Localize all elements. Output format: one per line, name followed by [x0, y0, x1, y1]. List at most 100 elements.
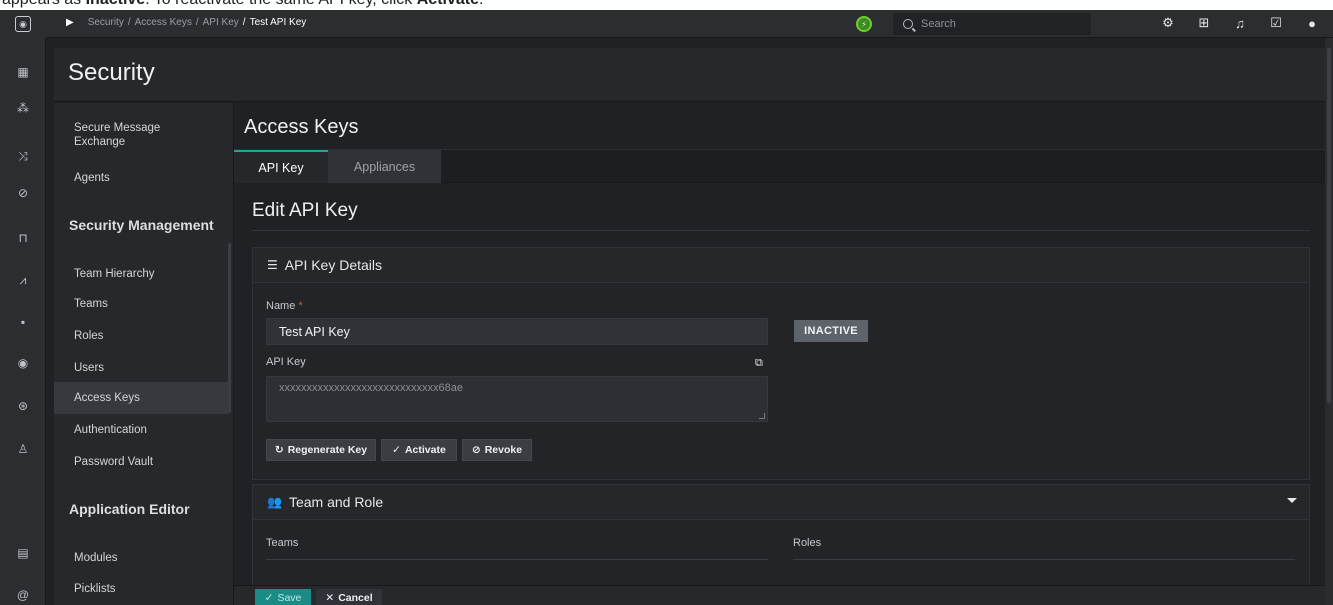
- apps-grid-icon[interactable]: ▪: [0, 312, 46, 332]
- sidebar-heading-application-editor: Application Editor: [69, 501, 190, 517]
- edit-title: Edit API Key: [252, 200, 358, 221]
- sidebar-item-password-vault[interactable]: Password Vault: [74, 455, 153, 469]
- breadcrumb-access-keys[interactable]: Access Keys: [135, 17, 192, 28]
- user-profile-icon[interactable]: ●: [1305, 15, 1319, 31]
- name-label-text: Name: [266, 300, 296, 312]
- teams-label: Teams: [266, 537, 299, 549]
- page-title: Security: [68, 59, 155, 86]
- caption-text-mid: . To reactivate the same API key, click: [145, 0, 417, 8]
- server-list-icon: ☰: [267, 258, 278, 272]
- caption-bold-activate: Activate: [417, 0, 479, 8]
- activate-button[interactable]: ✓ Activate: [381, 439, 457, 461]
- section-title: Access Keys: [244, 116, 359, 138]
- close-icon: ✕: [325, 592, 335, 604]
- revoke-button[interactable]: ⊘ Revoke: [462, 439, 532, 461]
- caption-text-end: .: [479, 0, 483, 8]
- cancel-label: Cancel: [338, 592, 373, 604]
- roles-field[interactable]: [793, 559, 1295, 560]
- api-key-field[interactable]: xxxxxxxxxxxxxxxxxxxxxxxxxxxxx68ae: [266, 376, 768, 422]
- sidebar-item-teams[interactable]: Teams: [74, 297, 108, 311]
- breadcrumb-security[interactable]: Security: [88, 17, 124, 28]
- regenerate-key-button[interactable]: ↻ Regenerate Key: [266, 439, 376, 461]
- refresh-icon: ↻: [274, 444, 284, 456]
- breadcrumb-separator: /: [127, 17, 131, 28]
- top-bar: ◉ ▶ Security / Access Keys / API Key / T…: [0, 10, 1333, 38]
- panel-title: Team and Role: [288, 494, 384, 510]
- page-header: Security: [54, 48, 1325, 102]
- check-icon: ✓: [264, 592, 274, 604]
- page-scrollbar[interactable]: [1325, 38, 1333, 605]
- divider: [252, 230, 1310, 231]
- sidebar-item-users[interactable]: Users: [74, 361, 104, 375]
- settings-sidebar: Secure Message Exchange Agents Security …: [54, 103, 234, 605]
- sidebar-item-modules[interactable]: Modules: [74, 551, 117, 565]
- name-field[interactable]: Test API Key: [266, 318, 768, 345]
- breadcrumb: ▶ Security / Access Keys / API Key / Tes…: [66, 17, 306, 28]
- dashboard-icon[interactable]: ▦: [0, 62, 46, 82]
- clipboard-icon[interactable]: ▤: [0, 543, 46, 563]
- breadcrumb-separator: /: [195, 17, 199, 28]
- hierarchy-icon[interactable]: ⊞: [1197, 15, 1211, 31]
- sidebar-item-authentication[interactable]: Authentication: [74, 423, 147, 437]
- logo-icon: ◉: [15, 16, 31, 32]
- global-search[interactable]: [893, 13, 1091, 35]
- sidebar-item-roles[interactable]: Roles: [74, 329, 103, 343]
- sidebar-toggle-icon[interactable]: ▶: [66, 17, 74, 28]
- breadcrumb-api-key[interactable]: API Key: [203, 17, 239, 28]
- sidebar-item-secure-message-exchange[interactable]: Secure Message Exchange: [74, 121, 160, 149]
- notifications-bell-icon[interactable]: ♫: [1233, 15, 1247, 31]
- search-icon: [903, 19, 913, 29]
- reports-chart-icon[interactable]: ⩘: [0, 270, 46, 290]
- api-key-label: API Key: [266, 356, 306, 368]
- cancel-button[interactable]: ✕ Cancel: [316, 589, 382, 605]
- sidebar-item-agents[interactable]: Agents: [74, 171, 110, 185]
- settings-gear-icon[interactable]: ⚙: [1161, 15, 1175, 31]
- scrollbar-thumb[interactable]: [1327, 48, 1331, 403]
- form-footer: ✓ Save ✕ Cancel: [234, 585, 1325, 605]
- resize-handle-icon[interactable]: [759, 413, 765, 419]
- sidebar-item-access-keys[interactable]: Access Keys: [54, 382, 228, 414]
- name-value: Test API Key: [279, 324, 350, 339]
- chevron-down-icon[interactable]: [1287, 498, 1297, 503]
- breadcrumb-separator: /: [242, 17, 246, 28]
- check-icon: ✓: [392, 444, 401, 456]
- icon-rail: ▦ ⁂ ⤨ ⊘ ⊓ ⩘ ▪ ◉ ⊛ ♙ ▤ @: [0, 38, 46, 605]
- copy-icon[interactable]: ⧉: [755, 357, 763, 370]
- required-asterisk: *: [298, 300, 303, 312]
- automation-icon[interactable]: ⊘: [0, 183, 46, 203]
- save-button[interactable]: ✓ Save: [255, 589, 311, 605]
- revoke-icon: ⊘: [471, 444, 481, 456]
- teams-field[interactable]: [266, 559, 768, 560]
- caption-text: appears as: [2, 0, 86, 8]
- tasks-checkbox-icon[interactable]: ☑: [1269, 15, 1283, 31]
- api-key-details-panel: ☰ API Key Details Name * Test API Key IN…: [252, 247, 1310, 480]
- app-logo[interactable]: ◉: [0, 10, 46, 38]
- sidebar-item-picklists[interactable]: Picklists: [74, 582, 116, 596]
- sidebar-scrollbar[interactable]: [228, 243, 231, 413]
- main-content: Access Keys API Key Appliances Edit API …: [234, 103, 1325, 605]
- panel-header[interactable]: 👥 Team and Role: [253, 485, 1309, 520]
- security-shield-icon[interactable]: ◉: [0, 353, 46, 373]
- resources-icon[interactable]: ⊓: [0, 228, 46, 248]
- name-label: Name *: [266, 300, 303, 312]
- panel-header: ☰ API Key Details: [253, 248, 1309, 283]
- search-input[interactable]: [921, 18, 1081, 30]
- status-badge: INACTIVE: [794, 320, 868, 342]
- panel-title: API Key Details: [284, 257, 383, 273]
- api-key-value: xxxxxxxxxxxxxxxxxxxxxxxxxxxxx68ae: [279, 382, 463, 394]
- breadcrumb-current: Test API Key: [249, 17, 307, 28]
- tab-api-key[interactable]: API Key: [234, 150, 328, 183]
- teams-people-icon[interactable]: ♙: [0, 439, 46, 459]
- threat-intel-icon[interactable]: ⊛: [0, 396, 46, 416]
- sidebar-item-team-hierarchy[interactable]: Team Hierarchy: [74, 267, 155, 281]
- instruction-caption: appears as Inactive. To reactivate the s…: [0, 0, 1333, 10]
- revoke-label: Revoke: [484, 444, 523, 456]
- top-icon-group: ⚙ ⊞ ♫ ☑ ●: [1161, 15, 1319, 31]
- help-icon[interactable]: @: [0, 585, 46, 605]
- tab-appliances[interactable]: Appliances: [328, 150, 441, 183]
- incidents-icon[interactable]: ⁂: [0, 98, 46, 118]
- playbooks-shuffle-icon[interactable]: ⤨: [0, 146, 46, 166]
- connection-status-icon[interactable]: ⚡: [856, 16, 872, 32]
- tab-bar: API Key Appliances: [234, 149, 1325, 183]
- users-group-icon: 👥: [267, 495, 282, 509]
